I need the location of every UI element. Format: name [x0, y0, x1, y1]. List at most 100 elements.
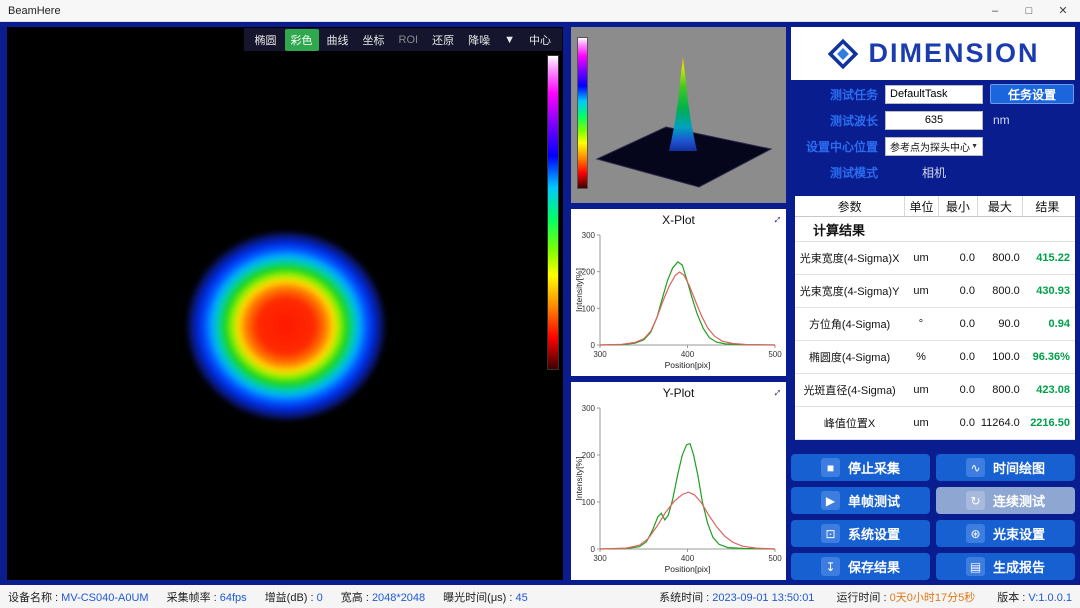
- section-title: 计算结果: [795, 217, 1075, 242]
- report-icon: ▤: [966, 557, 985, 576]
- results-table-body: 光束宽度(4-Sigma)Xum0.0800.0415.22光束宽度(4-Sig…: [795, 242, 1075, 440]
- table-row: 峰值位置Xum0.011264.02216.50: [795, 407, 1075, 440]
- toolbar-denoise-button[interactable]: 降噪: [462, 29, 496, 51]
- y-plot-chart: 3004005000100200300Position[pix]Intensit…: [573, 400, 784, 577]
- svg-text:300: 300: [593, 350, 607, 359]
- svg-text:300: 300: [582, 231, 596, 240]
- toolbar-coords-button[interactable]: 坐标: [357, 29, 391, 51]
- table-row: 光斑直径(4-Sigma)um0.0800.0423.08: [795, 374, 1075, 407]
- cell-min: 0.0: [938, 318, 977, 330]
- cell-min: 0.0: [938, 384, 977, 396]
- cell-max: 800.0: [977, 285, 1022, 297]
- toolbar-roi-button[interactable]: ROI: [393, 31, 425, 49]
- task-label: 测试任务: [791, 86, 885, 103]
- header-param: 参数: [795, 196, 904, 216]
- toolbar-palette-dropdown-button[interactable]: ▼: [498, 31, 521, 49]
- minimize-icon[interactable]: –: [978, 0, 1012, 21]
- task-settings-button[interactable]: 任务设置: [990, 84, 1074, 104]
- toolbar-color-button[interactable]: 彩色: [285, 29, 319, 51]
- cell-max: 800.0: [977, 384, 1022, 396]
- time-plot-button[interactable]: ∿时间绘图: [936, 454, 1075, 481]
- cell-unit: %: [904, 351, 938, 363]
- svg-text:300: 300: [582, 404, 596, 413]
- single-frame-test-button[interactable]: ▶单帧测试: [791, 487, 930, 514]
- status-left: 设备名称 : MV-CS040-A0UM 采集帧率 : 64fps 增益(dB) :…: [8, 589, 546, 605]
- cell-result: 423.08: [1022, 384, 1075, 396]
- monitor-icon: ⊡: [821, 524, 840, 543]
- cell-min: 0.0: [938, 351, 977, 363]
- wavelength-row: 测试波长 nm: [791, 110, 1075, 130]
- results-table-header: 参数 单位 最小 最大 结果: [795, 196, 1075, 217]
- status-item: 采集帧率 : 64fps: [167, 589, 247, 605]
- table-row: 光束宽度(4-Sigma)Xum0.0800.0415.22: [795, 242, 1075, 275]
- stop-acquisition-button[interactable]: ■停止采集: [791, 454, 930, 481]
- wavelength-label: 测试波长: [791, 112, 885, 129]
- system-settings-button[interactable]: ⊡ 系统设置: [791, 520, 930, 547]
- beam-icon: ⊛: [966, 524, 985, 543]
- action-button-label: 光束设置: [993, 524, 1045, 543]
- cell-max: 90.0: [977, 318, 1022, 330]
- svg-text:0: 0: [591, 545, 596, 554]
- test-mode-label: 测试模式: [791, 164, 885, 181]
- generate-report-button[interactable]: ▤生成报告: [936, 553, 1075, 580]
- y-plot-panel: Y-Plot ↕ 3004005000100200300Position[pix…: [571, 382, 786, 580]
- expand-icon[interactable]: ↕: [772, 213, 785, 226]
- play-icon: ▶: [821, 491, 840, 510]
- status-item: 设备名称 : MV-CS040-A0UM: [8, 589, 149, 605]
- cell-min: 0.0: [938, 417, 977, 429]
- center-position-select[interactable]: 参考点为探头中心 ▼: [885, 137, 983, 156]
- 3d-colorbar: [577, 37, 588, 189]
- title-bar: BeamHere – □ ✕: [0, 0, 1080, 22]
- beam-settings-button[interactable]: ⊛ 光束设置: [936, 520, 1075, 547]
- status-item: 运行时间 : 0天0小时17分5秒: [836, 589, 975, 605]
- expand-icon[interactable]: ↕: [772, 386, 785, 399]
- svg-text:0: 0: [591, 341, 596, 350]
- task-row: 测试任务 任务设置: [791, 84, 1075, 104]
- cell-unit: um: [904, 384, 938, 396]
- center-position-row: 设置中心位置 参考点为探头中心 ▼: [791, 136, 1075, 156]
- test-mode-row: 测试模式 相机: [791, 162, 1075, 182]
- status-item: 增益(dB) : 0: [265, 589, 323, 605]
- x-plot-panel: X-Plot ↕ 3004005000100200300Position[pix…: [571, 209, 786, 376]
- close-icon[interactable]: ✕: [1046, 0, 1080, 21]
- table-row: 椭圆度(4-Sigma)%0.0100.096.36%: [795, 341, 1075, 374]
- stop-icon: ■: [821, 458, 840, 477]
- save-results-button[interactable]: ↧保存结果: [791, 553, 930, 580]
- maximize-icon[interactable]: □: [1012, 0, 1046, 21]
- toolbar-restore-button[interactable]: 还原: [426, 29, 460, 51]
- svg-text:Position[pix]: Position[pix]: [665, 360, 711, 370]
- beam-3d-view[interactable]: [571, 27, 786, 203]
- header-unit: 单位: [904, 196, 938, 216]
- svg-text:500: 500: [768, 554, 782, 563]
- svg-text:Intensity[%]: Intensity[%]: [574, 268, 584, 312]
- wavelength-input[interactable]: [885, 111, 983, 130]
- cell-unit: um: [904, 252, 938, 264]
- svg-text:Intensity[%]: Intensity[%]: [574, 457, 584, 501]
- cell-min: 0.0: [938, 252, 977, 264]
- status-bar: 设备名称 : MV-CS040-A0UM 采集帧率 : 64fps 增益(dB) :…: [0, 585, 1080, 608]
- toolbar-center-button[interactable]: 中心: [523, 29, 557, 51]
- chevron-down-icon: ▼: [971, 143, 978, 150]
- loop-icon: ↻: [966, 491, 985, 510]
- x-plot-title: X-Plot: [662, 213, 695, 227]
- cell-min: 0.0: [938, 285, 977, 297]
- cell-param: 方位角(4-Sigma): [795, 316, 904, 332]
- brand-name: DIMENSION: [868, 38, 1039, 69]
- continuous-test-button: ↻连续测试: [936, 487, 1075, 514]
- brand-logo: DIMENSION: [791, 27, 1075, 80]
- window-controls: – □ ✕: [978, 0, 1080, 21]
- toolbar-curve-button[interactable]: 曲线: [321, 29, 355, 51]
- task-input[interactable]: [885, 85, 983, 104]
- table-row: 光束宽度(4-Sigma)Yum0.0800.0430.93: [795, 275, 1075, 308]
- action-buttons: ■停止采集∿时间绘图▶单帧测试↻连续测试 ⊡ 系统设置 ⊛ 光束设置 ↧保存结果▤生成报告: [791, 454, 1075, 580]
- cell-max: 100.0: [977, 351, 1022, 363]
- status-item: 版本 : V:1.0.0.1: [997, 589, 1072, 605]
- action-button-label: 系统设置: [848, 524, 900, 543]
- toolbar-ellipse-button[interactable]: 椭圆: [249, 29, 283, 51]
- cell-result: 430.93: [1022, 285, 1075, 297]
- beam-image-view[interactable]: 椭圆彩色曲线坐标ROI还原降噪▼中心: [7, 27, 563, 580]
- svg-text:400: 400: [681, 350, 695, 359]
- cell-result: 415.22: [1022, 252, 1075, 264]
- svg-text:Position[pix]: Position[pix]: [665, 564, 711, 574]
- table-row: 方位角(4-Sigma)°0.090.00.94: [795, 308, 1075, 341]
